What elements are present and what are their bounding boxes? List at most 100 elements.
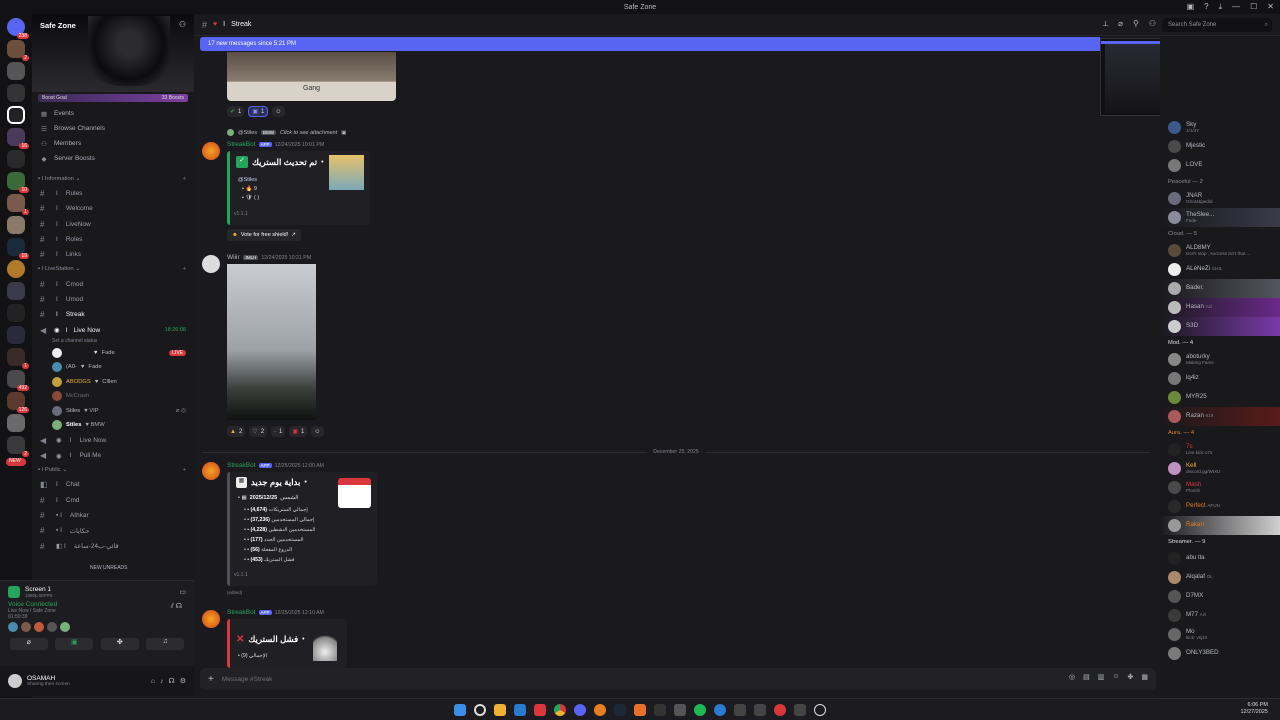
member-item[interactable]: lq4iz [1160, 369, 1280, 388]
server-icon-active[interactable] [7, 106, 25, 124]
start-icon[interactable] [454, 703, 466, 716]
voice-channel-live-now-2[interactable]: ◀ ◉ I Live Now [32, 433, 194, 448]
app-icon[interactable] [654, 703, 666, 716]
member-item[interactable]: ALD8MY Don't stop , success isn't that ..… [1160, 241, 1280, 260]
stream-settings-icon[interactable]: ▭ [179, 588, 186, 596]
photo-attachment[interactable] [227, 264, 316, 420]
channel-chat[interactable]: ◧ I Chat [32, 477, 194, 492]
server-icon[interactable]: 10 [7, 172, 29, 193]
voice-user[interactable]: (A0- ♥ Fade [32, 360, 194, 375]
server-icon[interactable]: 2 [7, 40, 29, 61]
category-livestation[interactable]: ▪ I LiveStation ⌄ + [32, 262, 194, 276]
voice-user[interactable]: ᅟ ♥ Fade LIVE [32, 346, 194, 361]
apps-icon[interactable]: ✤ [1128, 673, 1134, 681]
firefox-icon[interactable] [594, 703, 606, 716]
wiiir-avatar[interactable] [202, 255, 220, 273]
member-item[interactable]: Kell discord.gg/WIXU [1160, 459, 1280, 478]
member-list-icon[interactable]: ⚇ [1149, 19, 1156, 29]
server-icon[interactable] [7, 150, 25, 168]
member-item[interactable]: ONLY3BED [1160, 644, 1280, 663]
add-channel-icon[interactable]: + [183, 176, 186, 182]
add-reaction-icon[interactable]: ☺ [272, 106, 285, 117]
nav-members[interactable]: ⚇ Members [38, 136, 188, 151]
member-item[interactable]: Rakan [1160, 516, 1280, 535]
settings-icon[interactable]: ⚙ [180, 677, 186, 685]
inbox-icon[interactable]: ▣ [1187, 2, 1195, 12]
member-item[interactable]: Razan 619 [1160, 407, 1280, 426]
app-icon[interactable] [634, 703, 646, 716]
user-avatar[interactable] [8, 674, 22, 688]
nav-events[interactable]: ▦ Events [38, 106, 188, 121]
activities-icon[interactable]: ▦ [1141, 673, 1148, 681]
server-icon-home[interactable]: 238 [7, 18, 29, 39]
maximize-button[interactable]: ☐ [1250, 2, 1257, 12]
nav-browse-channels[interactable]: ☰ Browse Channels [38, 121, 188, 136]
channel-umod[interactable]: # I Umod [32, 292, 194, 307]
member-item[interactable]: Mjestic [1160, 137, 1280, 156]
voice-channel-live-now[interactable]: ◀ ◉ I Live Now 18:26:08 [32, 322, 194, 337]
gift-icon[interactable]: ◎ [1069, 673, 1075, 681]
member-item[interactable]: ALeNeZi CHIL [1160, 260, 1280, 279]
nav-server-boosts[interactable]: ◆ Server Boosts [38, 151, 188, 166]
channel-roles[interactable]: # I Roles [32, 232, 194, 247]
voice-user[interactable]: Stiles ♥ VIP ⌀ ◎ [32, 404, 194, 419]
member-item[interactable]: D7MX [1160, 587, 1280, 606]
channel-rules[interactable]: # I Rules [32, 186, 194, 201]
channel-24h[interactable]: # ◧ I قائي-ب24-ساعة [32, 538, 194, 553]
server-icon[interactable]: 492 [7, 370, 29, 391]
member-item[interactable]: abu tla [1160, 549, 1280, 568]
member-item[interactable]: LOVE [1160, 156, 1280, 175]
download-icon[interactable]: ⤓ [1219, 2, 1223, 12]
server-banner[interactable]: Safe Zone ⚇ [32, 14, 194, 92]
embed-mention[interactable]: @Stiles [238, 177, 257, 183]
app-icon[interactable] [734, 703, 746, 716]
server-icon[interactable]: 19 [7, 238, 29, 259]
author-name[interactable]: StreakBot [227, 141, 256, 148]
member-item[interactable]: Bader. [1160, 279, 1280, 298]
server-icon[interactable] [7, 326, 25, 344]
folder-icon[interactable] [494, 703, 506, 716]
app-icon[interactable] [534, 703, 546, 716]
boost-goal-bar[interactable]: Boost Goal 33 Boosts [38, 94, 188, 102]
member-item[interactable]: Alqalaf OL [1160, 568, 1280, 587]
screen-share-row[interactable]: Screen 1 1080p 60FPS ▭ [0, 581, 194, 598]
new-badge[interactable]: NEW [6, 458, 26, 466]
channel-livenow[interactable]: # I LiveNow [32, 217, 194, 232]
server-icon[interactable] [7, 216, 25, 234]
member-item[interactable]: Perfect AFUN [1160, 497, 1280, 516]
member-item[interactable]: 7s Live kick o7s [1160, 440, 1280, 459]
streakbot-avatar[interactable] [202, 462, 220, 480]
pin-icon[interactable]: ⚲ [1133, 19, 1139, 29]
add-member-icon[interactable]: ⚇ [179, 20, 186, 29]
voice-user[interactable]: Stiles ♥ BMW [32, 418, 194, 433]
user-name[interactable]: OSAMAH [27, 675, 70, 682]
app-icon[interactable] [794, 703, 806, 716]
sticker-icon[interactable]: ▥ [1098, 673, 1105, 681]
channel-cmd[interactable]: # I Cmd [32, 493, 194, 508]
server-icon[interactable]: 126 [7, 392, 29, 413]
channel-cmod[interactable]: # I Cmod [32, 276, 194, 291]
reaction[interactable]: ▣ 1 [248, 106, 269, 117]
share-screen-button[interactable]: ▣ [55, 638, 94, 650]
member-item[interactable]: JNAR Ghost&pedal [1160, 189, 1280, 208]
server-icon[interactable] [7, 414, 25, 432]
help-icon[interactable]: ? [1204, 2, 1208, 12]
embed-thumbnail[interactable] [329, 155, 364, 190]
server-icon[interactable]: 16 [7, 128, 29, 149]
voice-user[interactable]: ABODGS ♥ Clllen [32, 375, 194, 390]
member-item[interactable]: S3D [1160, 317, 1280, 336]
new-unreads-pill[interactable]: NEW UNREADS [86, 564, 132, 572]
server-icon[interactable] [7, 84, 25, 102]
server-icon[interactable] [7, 282, 25, 300]
add-channel-icon[interactable]: + [183, 266, 186, 272]
noise-suppression-icon[interactable]: ⫽ ☊ [171, 602, 182, 611]
search-icon[interactable] [474, 703, 486, 716]
channel-athkar[interactable]: # ▪ I Athkar [32, 508, 194, 523]
mail-icon[interactable] [514, 703, 526, 716]
member-item[interactable]: aboturky Making Fame [1160, 350, 1280, 369]
steam-icon[interactable] [614, 703, 626, 716]
app-icon[interactable] [774, 703, 786, 716]
camera-button[interactable]: ⌀ [9, 638, 48, 650]
spotify-icon[interactable] [694, 703, 706, 716]
reaction[interactable]: ▣ 1 [289, 426, 308, 437]
